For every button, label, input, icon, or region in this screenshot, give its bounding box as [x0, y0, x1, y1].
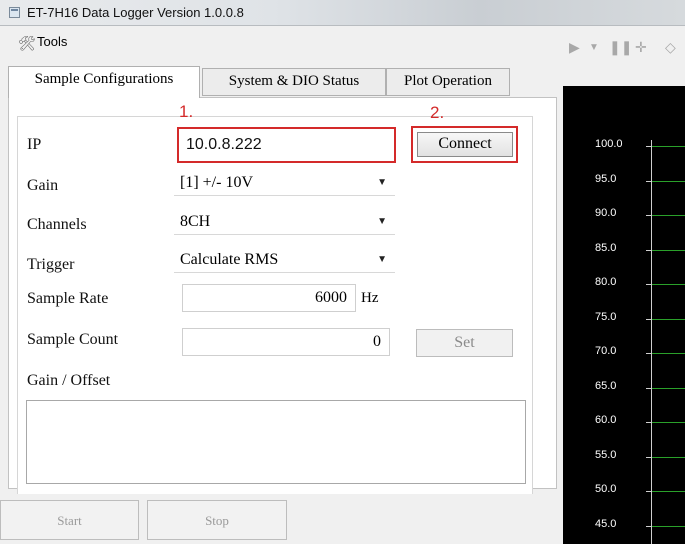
- tab-plot-operation[interactable]: Plot Operation: [386, 68, 510, 96]
- y-tick-label: 95.0: [595, 172, 617, 185]
- step-2-annotation: 2.: [430, 103, 445, 122]
- menu-tools[interactable]: Tools: [37, 34, 67, 49]
- y-tick: 45.0: [563, 518, 685, 530]
- y-tick: 50.0: [563, 483, 685, 495]
- y-tick: 60.0: [563, 414, 685, 426]
- gain-select-value: [1] +/- 10V: [180, 174, 254, 191]
- y-tick-label: 50.0: [595, 483, 617, 495]
- y-axis-line: [651, 140, 652, 544]
- step-1-annotation: 1.: [179, 102, 194, 121]
- grid-line: [652, 422, 685, 423]
- chevron-down-icon: ▼: [377, 254, 387, 265]
- y-tick-label: 85.0: [595, 241, 617, 254]
- tab-sample-configurations[interactable]: Sample Configurations: [8, 66, 200, 98]
- grid-line: [652, 491, 685, 492]
- gain-label: Gain: [27, 177, 59, 194]
- trigger-select[interactable]: Calculate RMS ▼: [174, 249, 395, 273]
- window-title: ET-7H16 Data Logger Version 1.0.0.8: [27, 5, 244, 20]
- channels-select-value: 8CH: [180, 213, 211, 230]
- y-tick-label: 70.0: [595, 345, 617, 357]
- plot-area[interactable]: 100.0 95.0 90.0 85.0 80.0 75.0 70.0 65.0 60.0 55.…: [563, 86, 685, 544]
- sample-count-label: Sample Count: [27, 331, 119, 348]
- y-tick-label: 55.0: [595, 448, 617, 461]
- tools-icon[interactable]: 🛠: [18, 36, 36, 50]
- grid-line: [652, 387, 685, 389]
- grid-line: [652, 215, 685, 216]
- connect-button[interactable]: Connect: [417, 132, 513, 157]
- grid-line: [652, 180, 685, 182]
- sample-rate-input[interactable]: 6000: [182, 284, 356, 312]
- y-tick-label: 60.0: [595, 414, 617, 426]
- play-icon[interactable]: ▶: [569, 39, 580, 56]
- y-tick: 75.0: [563, 311, 685, 323]
- sample-rate-unit: Hz: [361, 290, 379, 306]
- pause-icon[interactable]: ❚❚: [609, 39, 632, 56]
- tab-system-dio-status[interactable]: System & DIO Status: [202, 68, 386, 96]
- grid-line: [652, 284, 685, 285]
- y-tick: 70.0: [563, 345, 685, 357]
- grid-line: [652, 525, 685, 527]
- y-tick-label: 90.0: [595, 207, 617, 219]
- ip-label: IP: [27, 136, 42, 153]
- grid-line: [652, 318, 685, 320]
- channels-label: Channels: [27, 216, 87, 233]
- y-tick-label: 65.0: [595, 379, 617, 392]
- grid-line: [652, 353, 685, 354]
- trigger-label: Trigger: [27, 256, 75, 273]
- grid-line: [652, 456, 685, 458]
- y-tick: 90.0: [563, 207, 685, 219]
- app-window-icon: [9, 7, 20, 18]
- gain-offset-textarea[interactable]: [26, 400, 526, 484]
- y-tick: 100.0: [563, 138, 685, 150]
- y-tick: 80.0: [563, 276, 685, 288]
- title-bar: ET-7H16 Data Logger Version 1.0.0.8: [0, 0, 685, 26]
- y-tick: 95.0: [563, 173, 685, 185]
- grid-line: [652, 146, 685, 147]
- chevron-down-icon: ▼: [377, 177, 387, 188]
- crosshair-icon[interactable]: ✛: [635, 39, 647, 56]
- y-tick: 85.0: [563, 242, 685, 254]
- y-tick: 55.0: [563, 449, 685, 461]
- chevron-down-icon: ▼: [377, 216, 387, 227]
- y-tick-label: 75.0: [595, 310, 617, 323]
- channels-select[interactable]: 8CH ▼: [174, 211, 395, 235]
- trigger-select-value: Calculate RMS: [180, 251, 279, 268]
- menu-bar: [0, 30, 560, 56]
- y-tick-label: 80.0: [595, 276, 617, 288]
- zoom-icon[interactable]: ◇: [665, 39, 676, 56]
- y-tick: 65.0: [563, 380, 685, 392]
- sample-count-input[interactable]: 0: [182, 328, 390, 356]
- chevron-down-icon[interactable]: ▼: [589, 42, 599, 53]
- y-tick-label: 100.0: [595, 138, 623, 150]
- grid-line: [652, 249, 685, 251]
- plot-toolbar: ▶ ▼ ❚❚ ✛ ◇: [562, 32, 685, 62]
- ip-input[interactable]: 10.0.8.222: [177, 127, 396, 163]
- gain-select[interactable]: [1] +/- 10V ▼: [174, 172, 395, 196]
- set-button[interactable]: Set: [416, 329, 513, 357]
- sample-rate-label: Sample Rate: [27, 290, 109, 307]
- gain-offset-label: Gain / Offset: [27, 372, 111, 389]
- stop-button[interactable]: Stop: [147, 500, 287, 540]
- start-button[interactable]: Start: [0, 500, 139, 540]
- y-tick-label: 45.0: [595, 517, 617, 530]
